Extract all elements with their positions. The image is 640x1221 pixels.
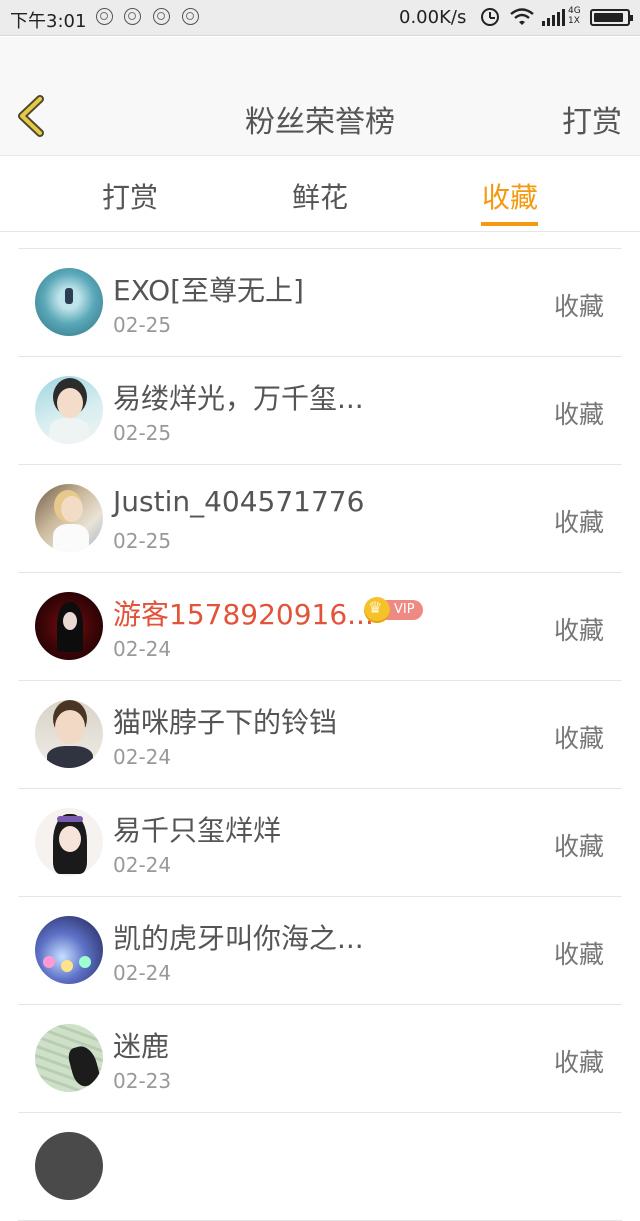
date: 02-24	[113, 637, 172, 661]
favorite-label: 收藏	[553, 724, 604, 753]
crown-icon	[364, 597, 390, 623]
user-name: 猫咪脖子下的铃铛	[113, 706, 338, 739]
list-item[interactable]: Justin_404571776 02-25 收藏	[18, 465, 622, 573]
favorite-label: 收藏	[553, 940, 604, 969]
header-bar: 粉丝荣誉榜 打赏	[0, 37, 640, 156]
avatar	[35, 916, 103, 984]
status-bar: 下午3:01 0.00K/s 4G 1X	[0, 0, 640, 36]
list-item[interactable]: 易千只玺烊烊 02-24 收藏	[18, 789, 622, 897]
list-item[interactable]: 易缕烊光，万千玺... 02-25 收藏	[18, 357, 622, 465]
wifi-icon	[510, 8, 534, 25]
notification-icon	[153, 8, 170, 25]
fan-list: EXO[至尊无上] 02-25 收藏 易缕烊光，万千玺... 02-25 收藏 …	[18, 248, 622, 1221]
notification-icon	[182, 8, 199, 25]
tab-reward[interactable]: 打赏	[70, 176, 190, 216]
battery-icon	[590, 9, 633, 26]
list-item[interactable]: 凯的虎牙叫你海之... 02-24 收藏	[18, 897, 622, 1005]
user-name: 游客1578920916...	[113, 598, 374, 631]
user-name: 凯的虎牙叫你海之...	[113, 922, 364, 955]
tab-favorites[interactable]: 收藏	[450, 176, 570, 216]
favorite-label: 收藏	[553, 1048, 604, 1077]
favorite-label: 收藏	[553, 508, 604, 537]
date: 02-24	[113, 745, 172, 769]
user-name: 易缕烊光，万千玺...	[113, 382, 364, 415]
user-name: 迷鹿	[113, 1030, 170, 1063]
favorite-label: 收藏	[553, 616, 604, 645]
favorite-label: 收藏	[553, 400, 604, 429]
notification-icon	[124, 8, 141, 25]
signal-icon	[542, 9, 565, 26]
favorite-label: 收藏	[553, 832, 604, 861]
network-speed: 0.00K/s	[399, 7, 467, 28]
date: 02-23	[113, 1069, 172, 1093]
avatar	[35, 484, 103, 552]
page-title: 粉丝荣誉榜	[245, 105, 395, 140]
avatar	[35, 268, 103, 336]
date: 02-25	[113, 313, 172, 337]
date: 02-24	[113, 961, 172, 985]
list-item[interactable]: 游客1578920916... VIP 02-24 收藏	[18, 573, 622, 681]
reward-button[interactable]: 打赏	[562, 97, 622, 141]
list-item[interactable]	[18, 1113, 622, 1221]
vip-badge: VIP	[364, 597, 423, 623]
alarm-icon	[481, 8, 499, 26]
user-name: EXO[至尊无上]	[113, 274, 304, 307]
user-name: 易千只玺烊烊	[113, 814, 282, 847]
avatar	[35, 1132, 103, 1200]
avatar	[35, 376, 103, 444]
tab-flowers[interactable]: 鲜花	[260, 176, 380, 216]
user-name: Justin_404571776	[113, 485, 365, 518]
tab-bar: 打赏 鲜花 收藏	[0, 156, 640, 232]
list-item[interactable]: EXO[至尊无上] 02-25 收藏	[18, 249, 622, 357]
favorite-label: 收藏	[553, 292, 604, 321]
date: 02-24	[113, 853, 172, 877]
list-item[interactable]: 迷鹿 02-23 收藏	[18, 1005, 622, 1113]
notification-icon	[96, 8, 113, 25]
active-tab-indicator	[481, 222, 538, 226]
date: 02-25	[113, 529, 172, 553]
battery-level	[594, 13, 623, 22]
avatar	[35, 1024, 103, 1092]
avatar	[35, 700, 103, 768]
avatar	[35, 808, 103, 876]
list-item[interactable]: 猫咪脖子下的铃铛 02-24 收藏	[18, 681, 622, 789]
network-type: 4G 1X	[568, 6, 581, 26]
avatar	[35, 592, 103, 660]
status-time: 下午3:01	[10, 11, 87, 32]
date: 02-25	[113, 421, 172, 445]
